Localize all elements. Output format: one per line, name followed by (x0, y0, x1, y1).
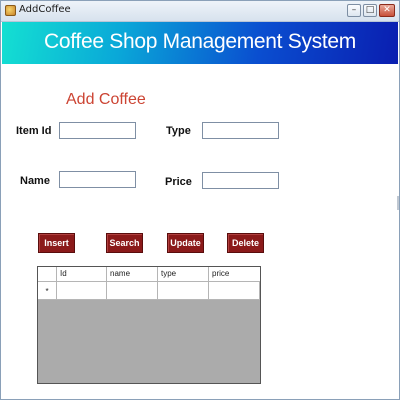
column-header-type[interactable]: type (158, 267, 209, 282)
new-row-price-cell[interactable] (209, 282, 260, 300)
maximize-button[interactable]: □ (363, 4, 377, 17)
row-header-corner (38, 267, 57, 282)
app-icon (5, 5, 16, 16)
price-field[interactable] (202, 172, 279, 189)
new-row-name-cell[interactable] (107, 282, 158, 300)
insert-button[interactable]: Insert (38, 233, 75, 253)
type-field[interactable] (202, 122, 279, 139)
column-header-name[interactable]: name (107, 267, 158, 282)
window-edge-marker (397, 196, 399, 210)
banner-title: Coffee Shop Management System (44, 30, 356, 53)
title-bar[interactable]: AddCoffee – □ ✕ (1, 1, 399, 22)
new-row-marker: * (38, 282, 57, 300)
close-button[interactable]: ✕ (379, 4, 395, 17)
grid-header-row: Id name type price (38, 267, 260, 282)
new-row-id-cell[interactable] (57, 282, 107, 300)
name-field[interactable] (59, 171, 136, 188)
new-row-type-cell[interactable] (158, 282, 209, 300)
update-button[interactable]: Update (167, 233, 204, 253)
delete-button[interactable]: Delete (227, 233, 264, 253)
item-id-field[interactable] (59, 122, 136, 139)
search-button[interactable]: Search (106, 233, 143, 253)
grid-new-row[interactable]: * (38, 282, 260, 300)
minimize-button[interactable]: – (347, 4, 361, 17)
window-title: AddCoffee (19, 4, 71, 15)
column-header-price[interactable]: price (209, 267, 260, 282)
type-label: Type (166, 125, 191, 137)
item-id-label: Item Id (16, 125, 52, 137)
column-header-id[interactable]: Id (57, 267, 107, 282)
app-window: AddCoffee – □ ✕ Coffee Shop Management S… (0, 0, 400, 400)
price-label: Price (165, 176, 192, 188)
coffee-data-grid[interactable]: Id name type price * (37, 266, 261, 384)
name-label: Name (20, 175, 50, 187)
header-banner: Coffee Shop Management System (2, 22, 398, 64)
section-title: Add Coffee (66, 91, 146, 108)
